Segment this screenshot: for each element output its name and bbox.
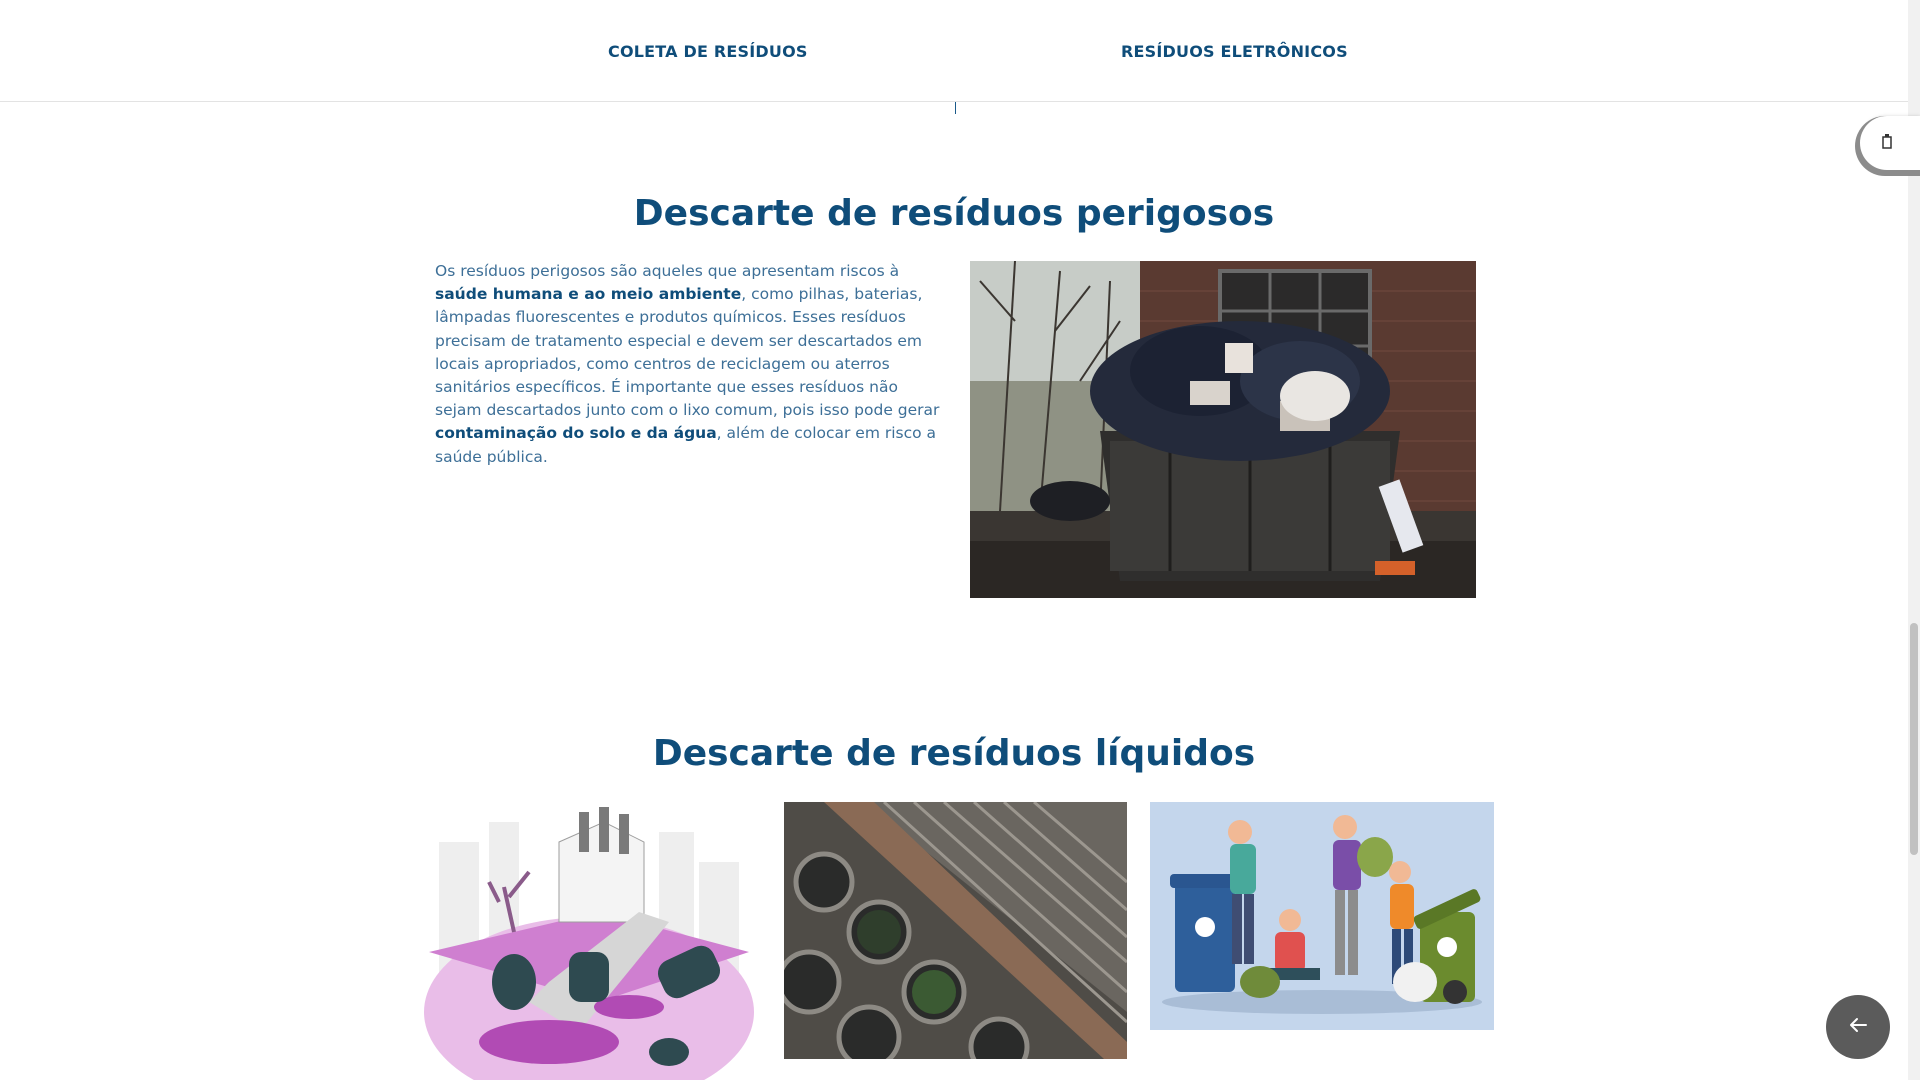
section-title-residuos-perigosos: Descarte de resíduos perigosos <box>633 193 1275 234</box>
accessibility-widget-tab[interactable] <box>1860 116 1920 170</box>
back-button[interactable] <box>1826 995 1890 1059</box>
arrow-left-icon <box>1846 1013 1870 1041</box>
nav-link-coleta-de-residuos[interactable]: COLETA DE RESÍDUOS <box>608 42 808 61</box>
overflowing-dumpster-image <box>970 261 1476 598</box>
top-navigation: COLETA DE RESÍDUOS RESÍDUOS ELETRÔNICOS <box>0 0 1908 102</box>
chemical-spill-illustration <box>419 802 763 1080</box>
hazardous-waste-paragraph: Os resíduos perigosos são aqueles que ap… <box>435 260 940 469</box>
recycling-people-illustration <box>1150 802 1494 1030</box>
scrollbar-thumb[interactable] <box>1910 623 1918 855</box>
nav-link-residuos-eletronicos[interactable]: RESÍDUOS ELETRÔNICOS <box>1121 42 1348 61</box>
paragraph-text: , como pilhas, baterias, lâmpadas fluore… <box>435 285 940 420</box>
section-title-residuos-liquidos: Descarte de resíduos líquidos <box>652 733 1256 774</box>
accessibility-icon <box>1880 133 1894 153</box>
water-treatment-aerial-image <box>784 802 1127 1059</box>
paragraph-emphasis: contaminação do solo e da água <box>435 424 717 443</box>
paragraph-emphasis: saúde humana e ao meio ambiente <box>435 285 742 304</box>
paragraph-text: Os resíduos perigosos são aqueles que ap… <box>435 262 900 280</box>
divider-tick <box>955 101 956 114</box>
